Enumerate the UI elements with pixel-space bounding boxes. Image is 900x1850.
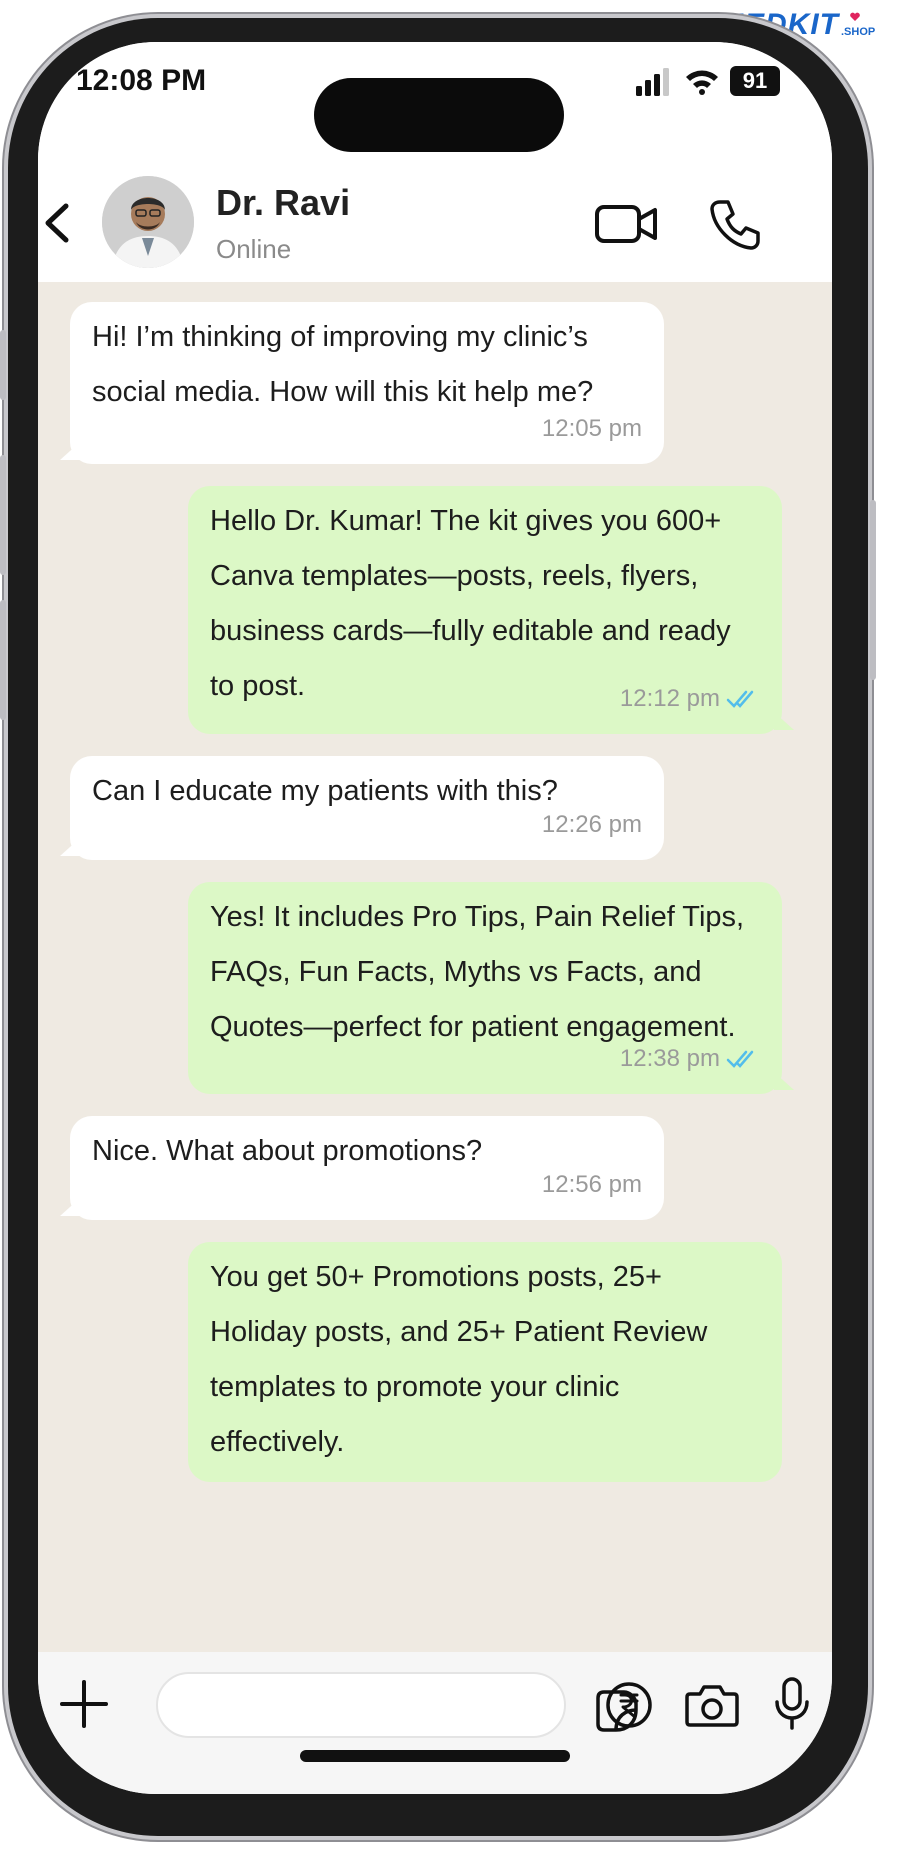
message-input[interactable] bbox=[156, 1672, 638, 1738]
message-outgoing[interactable]: You get 50+ Promotions posts, 25+ Holida… bbox=[188, 1242, 782, 1482]
message-incoming[interactable]: Nice. What about promotions? 12:56 pm bbox=[60, 1116, 664, 1220]
message-incoming[interactable]: Hi! I’m thinking of improving my clinic’… bbox=[60, 302, 664, 464]
message-time: 12:05 pm bbox=[541, 415, 642, 442]
message-outgoing[interactable]: Yes! It includes Pro Tips, Pain Relief T… bbox=[188, 882, 794, 1094]
message-time: 12:12 pm bbox=[619, 685, 720, 712]
message-input-field[interactable] bbox=[178, 1684, 482, 1728]
avatar[interactable] bbox=[102, 176, 194, 268]
dynamic-island bbox=[314, 78, 564, 152]
message-time: 12:26 pm bbox=[541, 811, 642, 838]
message-meta: 12:26 pm bbox=[542, 797, 642, 852]
wifi-icon bbox=[686, 70, 718, 95]
volume-up-button bbox=[0, 455, 6, 575]
message-time: 12:56 pm bbox=[541, 1171, 642, 1198]
message-meta: 12:38 pm bbox=[620, 1031, 760, 1086]
heart-hand-icon bbox=[850, 12, 860, 21]
power-button bbox=[870, 500, 876, 680]
message-input-bar bbox=[38, 1652, 832, 1794]
message-text: You get 50+ Promotions posts, 25+ Holida… bbox=[210, 1261, 708, 1458]
status-icons: 91 bbox=[634, 66, 780, 96]
double-check-icon bbox=[726, 690, 754, 708]
battery-icon: 91 bbox=[730, 66, 780, 96]
bubble-tail bbox=[60, 1198, 80, 1216]
bubble-tail bbox=[60, 838, 80, 856]
microphone-icon[interactable] bbox=[772, 1676, 812, 1732]
bubble-tail bbox=[774, 1072, 794, 1090]
rupee-payment-icon[interactable] bbox=[604, 1680, 654, 1730]
contact-name[interactable]: Dr. Ravi bbox=[216, 182, 350, 224]
video-call-icon[interactable] bbox=[594, 202, 658, 246]
status-bar: 12:08 PM 91 bbox=[38, 42, 832, 162]
message-meta: 12:56 pm bbox=[542, 1157, 642, 1212]
message-time: 12:38 pm bbox=[619, 1045, 720, 1072]
bubble-tail bbox=[60, 442, 80, 460]
camera-icon[interactable] bbox=[684, 1680, 740, 1730]
message-incoming[interactable]: Can I educate my patients with this? 12:… bbox=[60, 756, 664, 860]
back-arrow-icon[interactable] bbox=[38, 200, 74, 246]
brand-suffix: .SHOP bbox=[841, 12, 875, 38]
signal-icon bbox=[636, 68, 669, 96]
action-button bbox=[0, 330, 6, 400]
status-time: 12:08 PM bbox=[76, 64, 207, 97]
phone-call-icon[interactable] bbox=[708, 198, 762, 252]
message-meta: 12:12 pm bbox=[620, 671, 760, 726]
plus-icon[interactable] bbox=[56, 1676, 112, 1732]
bubble-tail bbox=[774, 712, 794, 730]
double-check-icon bbox=[726, 1050, 754, 1068]
phone-screen: 12:08 PM 91 Dr. Ravi Online Hi! I’m thin… bbox=[38, 42, 832, 1794]
home-indicator[interactable] bbox=[300, 1750, 570, 1762]
volume-down-button bbox=[0, 600, 6, 720]
battery-level: 91 bbox=[742, 68, 768, 93]
message-meta: 12:05 pm bbox=[542, 401, 642, 456]
doctor-avatar-icon bbox=[102, 176, 194, 268]
chat-body[interactable]: Hi! I’m thinking of improving my clinic’… bbox=[38, 282, 832, 1652]
message-outgoing[interactable]: Hello Dr. Kumar! The kit gives you 600+ … bbox=[188, 486, 794, 734]
contact-status: Online bbox=[216, 234, 292, 264]
chat-header: Dr. Ravi Online bbox=[38, 162, 832, 283]
